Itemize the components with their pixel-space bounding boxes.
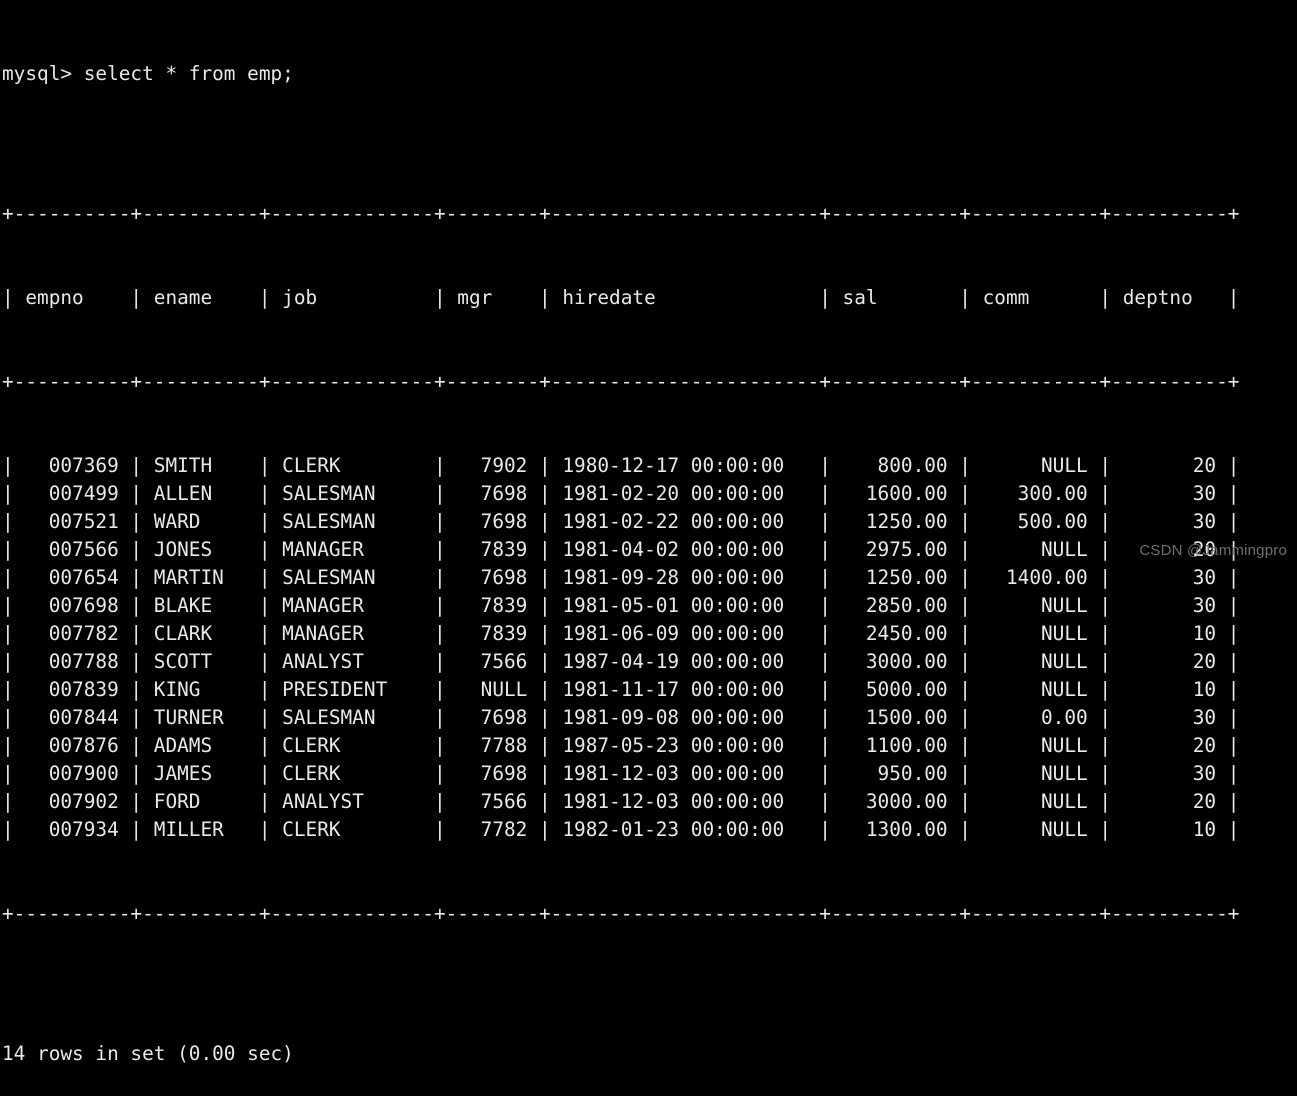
table-row: | 007698 | BLAKE | MANAGER | 7839 | 1981… bbox=[2, 594, 1240, 617]
table-row: | 007654 | MARTIN | SALESMAN | 7698 | 19… bbox=[2, 566, 1240, 589]
table-row: | 007782 | CLARK | MANAGER | 7839 | 1981… bbox=[2, 622, 1240, 645]
table-row: | 007900 | JAMES | CLERK | 7698 | 1981-1… bbox=[2, 762, 1240, 785]
table-body: | 007369 | SMITH | CLERK | 7902 | 1980-1… bbox=[2, 452, 1297, 844]
table-row: | 007839 | KING | PRESIDENT | NULL | 198… bbox=[2, 678, 1240, 701]
result-table: +----------+----------+--------------+--… bbox=[2, 144, 1297, 984]
table-row: | 007369 | SMITH | CLERK | 7902 | 1980-1… bbox=[2, 454, 1240, 477]
table-header-row: | empno | ename | job | mgr | hiredate |… bbox=[2, 286, 1240, 309]
watermark: CSDN @Jammingpro bbox=[1139, 542, 1287, 559]
table-border-top: +----------+----------+--------------+--… bbox=[2, 202, 1240, 225]
table-row: | 007844 | TURNER | SALESMAN | 7698 | 19… bbox=[2, 706, 1240, 729]
table-row: | 007876 | ADAMS | CLERK | 7788 | 1987-0… bbox=[2, 734, 1240, 757]
terminal-output[interactable]: mysql> select * from emp; +----------+--… bbox=[0, 0, 1297, 1065]
table-row: | 007788 | SCOTT | ANALYST | 7566 | 1987… bbox=[2, 650, 1240, 673]
table-border-bottom: +----------+----------+--------------+--… bbox=[2, 902, 1240, 925]
table-row: | 007499 | ALLEN | SALESMAN | 7698 | 198… bbox=[2, 482, 1240, 505]
table-row: | 007566 | JONES | MANAGER | 7839 | 1981… bbox=[2, 538, 1240, 561]
table-border-header: +----------+----------+--------------+--… bbox=[2, 370, 1240, 393]
table-row: | 007902 | FORD | ANALYST | 7566 | 1981-… bbox=[2, 790, 1240, 813]
status-line: 14 rows in set (0.00 sec) bbox=[2, 1042, 294, 1065]
table-row: | 007934 | MILLER | CLERK | 7782 | 1982-… bbox=[2, 818, 1240, 841]
prompt-line: mysql> select * from emp; bbox=[2, 62, 294, 85]
table-row: | 007521 | WARD | SALESMAN | 7698 | 1981… bbox=[2, 510, 1240, 533]
